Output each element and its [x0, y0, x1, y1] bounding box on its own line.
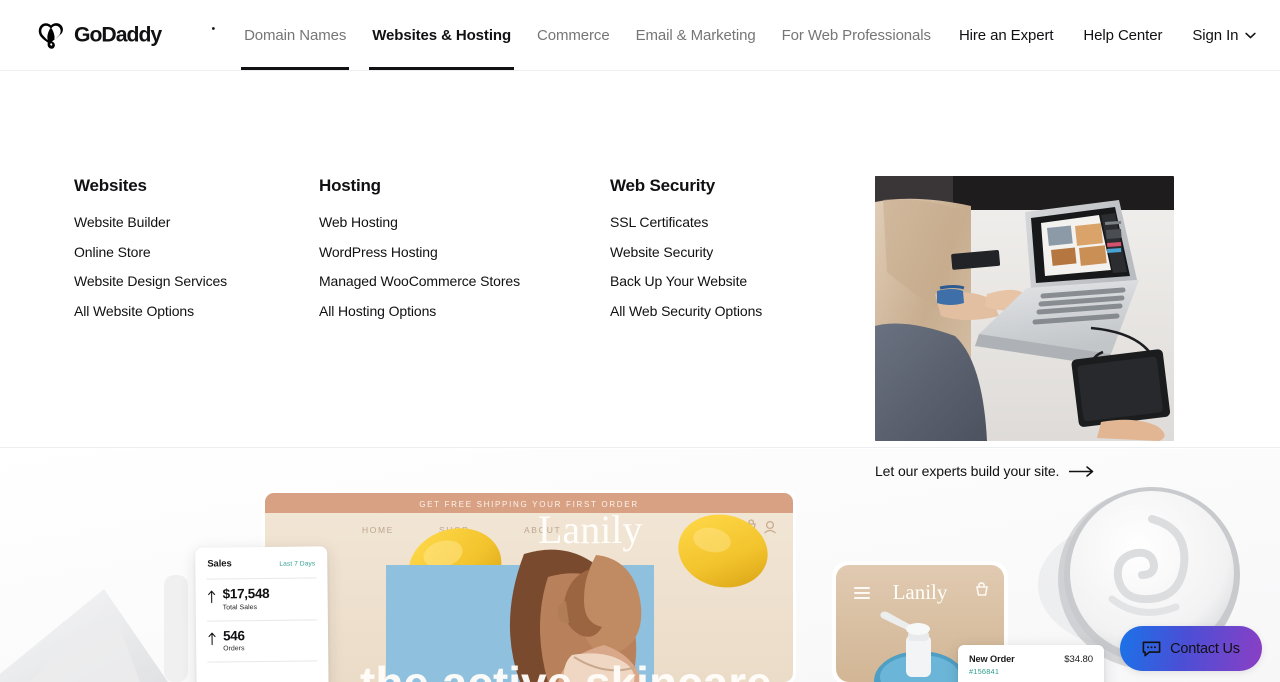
- menu-link-managed-woocommerce-stores[interactable]: Managed WooCommerce Stores: [319, 274, 520, 289]
- sales-card-range[interactable]: Last 7 Days: [279, 560, 315, 567]
- nav-item-commerce[interactable]: Commerce: [524, 0, 623, 70]
- primary-navigation: Domain Names Websites & Hosting Commerce…: [231, 0, 944, 70]
- svg-text:GoDaddy: GoDaddy: [74, 23, 162, 46]
- header-utility-nav: Hire an Expert Help Center Sign In: [944, 0, 1280, 70]
- chevron-down-icon: [1245, 32, 1257, 38]
- expert-building-site-photo: [875, 176, 1174, 441]
- menu-link-website-security[interactable]: Website Security: [610, 244, 762, 260]
- divider: [207, 660, 318, 663]
- hire-an-expert-link[interactable]: Hire an Expert: [944, 27, 1068, 44]
- order-title: New Order: [969, 654, 1015, 664]
- sales-card-header: Sales Last 7 Days: [207, 557, 315, 569]
- chat-bubble-icon: [1142, 641, 1161, 656]
- godaddy-wordmark: GoDaddy: [74, 23, 215, 46]
- order-info: New Order #156841: [969, 654, 1015, 676]
- page-root: GoDaddy Domain Names Websites & Hosting …: [0, 0, 1280, 682]
- contact-us-button[interactable]: Contact Us: [1120, 626, 1262, 671]
- menu-link-all-website-options[interactable]: All Website Options: [74, 303, 227, 319]
- godaddy-heart-logo-icon: [38, 22, 63, 49]
- sales-metric-total-sales: $17,548 Total Sales: [207, 578, 315, 611]
- help-center-label: Help Center: [1083, 26, 1163, 44]
- photo-illustration: [875, 176, 1174, 441]
- godaddy-logo[interactable]: GoDaddy: [36, 0, 217, 70]
- arrow-up-icon: [208, 590, 216, 604]
- nav-item-email-marketing[interactable]: Email & Marketing: [623, 0, 769, 70]
- menu-link-ssl-certificates[interactable]: SSL Certificates: [610, 215, 762, 230]
- mega-menu-websites-hosting: Websites Website Builder Online Store We…: [0, 71, 1280, 479]
- new-order-card: New Order #156841 $34.80: [958, 645, 1104, 682]
- menu-link-website-builder[interactable]: Website Builder: [74, 215, 227, 230]
- contact-us-label: Contact Us: [1170, 640, 1240, 657]
- mega-menu-promo: Let our experts build your site.: [875, 176, 1174, 479]
- column-title: Hosting: [319, 176, 381, 195]
- nav-label: Domain Names: [244, 26, 347, 44]
- svg-text:HOME: HOME: [362, 525, 394, 535]
- nav-label: Websites & Hosting: [372, 26, 512, 44]
- order-id[interactable]: #156841: [969, 667, 1015, 676]
- column-title: Web Security: [610, 176, 715, 195]
- column-title: Websites: [74, 176, 147, 195]
- metric-label: Total Sales: [222, 603, 258, 611]
- laptop-brand-text: Lanily: [538, 507, 642, 552]
- arrow-up-icon: [208, 632, 216, 645]
- expert-build-site-cta[interactable]: Let our experts build your site.: [875, 463, 1174, 479]
- sign-in-menu[interactable]: Sign In: [1177, 27, 1271, 44]
- mobile-brand-text: Lanily: [893, 580, 948, 604]
- site-header: GoDaddy Domain Names Websites & Hosting …: [0, 0, 1280, 71]
- sales-stats-card: Sales Last 7 Days $17,548 Total Sales 54…: [195, 546, 329, 682]
- help-center-link[interactable]: Help Center: [1068, 27, 1177, 44]
- nav-item-for-web-professionals[interactable]: For Web Professionals: [769, 0, 944, 70]
- metric-label: Orders: [223, 645, 245, 653]
- nav-label: Commerce: [537, 26, 610, 44]
- nav-item-websites-hosting[interactable]: Websites & Hosting: [359, 0, 524, 70]
- menu-link-wordpress-hosting[interactable]: WordPress Hosting: [319, 244, 520, 260]
- sign-in-label: Sign In: [1192, 26, 1239, 44]
- mega-menu-column-web-security: Web Security SSL Certificates Website Se…: [610, 176, 762, 333]
- sales-metric-orders: 546 Orders: [208, 620, 316, 653]
- menu-link-website-design-services[interactable]: Website Design Services: [74, 274, 227, 289]
- menu-link-all-hosting-options[interactable]: All Hosting Options: [319, 303, 520, 319]
- hero-product-showcase: GET FREE SHIPPING YOUR FIRST ORDER HOME …: [0, 449, 1280, 682]
- hire-an-expert-label: Hire an Expert: [958, 26, 1054, 44]
- cart-button[interactable]: [1271, 24, 1280, 46]
- promo-cta-label: Let our experts build your site.: [875, 463, 1060, 479]
- nav-label: For Web Professionals: [781, 26, 931, 44]
- mega-menu-column-hosting: Hosting Web Hosting WordPress Hosting Ma…: [319, 176, 520, 333]
- metric-value: 546: [222, 627, 245, 643]
- menu-link-back-up-your-website[interactable]: Back Up Your Website: [610, 274, 762, 289]
- menu-link-web-hosting[interactable]: Web Hosting: [319, 215, 520, 230]
- menu-link-all-web-security-options[interactable]: All Web Security Options: [610, 303, 762, 319]
- nav-label: Email & Marketing: [635, 26, 756, 44]
- metric-value: $17,548: [222, 585, 270, 602]
- laptop-headline-text: the active skincare: [360, 657, 772, 682]
- mega-menu-column-websites: Websites Website Builder Online Store We…: [74, 176, 227, 333]
- order-amount: $34.80: [1064, 654, 1093, 665]
- arrow-right-icon: [1069, 465, 1094, 477]
- sales-card-title: Sales: [207, 558, 232, 570]
- menu-link-online-store[interactable]: Online Store: [74, 244, 227, 260]
- nav-item-domain-names[interactable]: Domain Names: [231, 0, 359, 70]
